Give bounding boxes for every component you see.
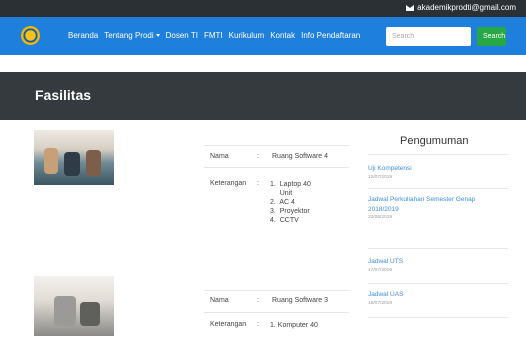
photo-detail <box>54 296 76 326</box>
nav-item-fmti[interactable]: FMTI <box>204 31 223 40</box>
announcement-date: 22/06/2019 <box>368 215 393 220</box>
divider <box>368 283 508 284</box>
caret-down-icon <box>155 34 160 38</box>
divider <box>368 188 508 189</box>
announcement-link[interactable]: Jadwal Perkuliahan Semester Genap 2018/2… <box>368 195 480 214</box>
envelope-icon <box>406 4 415 11</box>
main-navbar: Beranda Tentang Prodi Dosen TI FMTI Kuri… <box>0 17 526 55</box>
facility-photo <box>34 130 114 185</box>
facility-photo <box>34 276 114 336</box>
list-item: 2. AC 4 <box>270 199 295 206</box>
divider <box>368 317 508 318</box>
search-button[interactable]: Search <box>477 27 506 46</box>
name-label: Nama <box>210 297 229 304</box>
announcement-date: 17/07/2019 <box>368 267 393 273</box>
nav-item-info-pendaftaran[interactable]: Info Pendaftaran <box>301 31 360 40</box>
announcement-item: Jadwal UTS 17/07/2019 <box>368 257 508 273</box>
page-title: Fasilitas <box>35 87 92 103</box>
photo-detail <box>80 302 100 326</box>
separator: : <box>257 153 259 160</box>
list-item: 1. Komputer 40 <box>270 322 318 329</box>
top-bar: akademikprodti@gmail.com <box>0 0 526 17</box>
contact-email[interactable]: akademikprodti@gmail.com <box>406 3 516 12</box>
search-input[interactable] <box>386 27 471 46</box>
name-row: Nama : Ruang Software 3 <box>204 290 349 312</box>
separator: : <box>257 321 259 328</box>
university-logo[interactable] <box>21 26 40 45</box>
announcement-date: 12/07/2019 <box>368 174 393 180</box>
description-row: Keterangan : 1. Komputer 40 <box>204 312 349 337</box>
announcement-item: Uji Kompetensi 12/07/2019 <box>368 164 508 180</box>
equipment-list: 1. Komputer 40 <box>270 321 338 330</box>
page-header: Fasilitas <box>0 72 526 120</box>
name-row: Nama : Ruang Software 4 <box>204 145 349 167</box>
nav-item-dosen-ti[interactable]: Dosen TI <box>166 31 198 40</box>
nav-item-kurikulum[interactable]: Kurikulum <box>229 31 265 40</box>
separator: : <box>257 297 259 304</box>
equipment-list: 1. Laptop 40 Unit 2. AC 4 3. Proyektor 4… <box>270 180 338 225</box>
separator: : <box>257 180 259 187</box>
description-label: Keterangan <box>210 180 247 187</box>
announcement-item: Jadwal UAS 15/07/2019 <box>368 290 508 306</box>
facility-name: Ruang Software 4 <box>272 153 329 160</box>
nav-item-beranda[interactable]: Beranda <box>68 31 98 40</box>
nav-item-tentang-prodi[interactable]: Tentang Prodi <box>104 31 160 40</box>
facility-name: Ruang Software 3 <box>272 297 329 304</box>
nav-menu: Beranda Tentang Prodi Dosen TI FMTI Kuri… <box>68 31 360 40</box>
list-item: 3. Proyektor <box>270 208 310 215</box>
divider <box>368 248 508 249</box>
list-item: 1. Laptop 40 <box>270 181 311 188</box>
announcements-title: Pengumuman <box>400 135 469 147</box>
nav-item-kontak[interactable]: Kontak <box>270 31 295 40</box>
photo-detail <box>86 150 101 176</box>
announcement-item: Jadwal Perkuliahan Semester Genap 2018/2… <box>368 195 508 220</box>
announcement-link[interactable]: Jadwal UAS <box>368 290 508 300</box>
photo-detail <box>64 152 80 176</box>
announcement-link[interactable]: Uji Kompetensi <box>368 164 508 174</box>
announcement-date: 15/07/2019 <box>368 300 393 306</box>
name-label: Nama <box>210 153 229 160</box>
nav-item-label: Tentang Prodi <box>104 31 154 40</box>
description-label: Keterangan <box>210 321 247 328</box>
divider <box>368 154 508 155</box>
facility-info: Nama : Ruang Software 3 Keterangan : 1. … <box>204 290 349 336</box>
description-row: Keterangan : 1. Laptop 40 Unit 2. AC 4 3… <box>204 167 349 238</box>
email-text[interactable]: akademikprodti@gmail.com <box>417 3 516 12</box>
photo-detail <box>44 148 58 174</box>
list-item: Unit <box>270 190 293 197</box>
announcement-link[interactable]: Jadwal UTS <box>368 257 508 267</box>
list-item: 4. CCTV <box>270 217 299 224</box>
facility-info: Nama : Ruang Software 4 Keterangan : 1. … <box>204 145 349 255</box>
